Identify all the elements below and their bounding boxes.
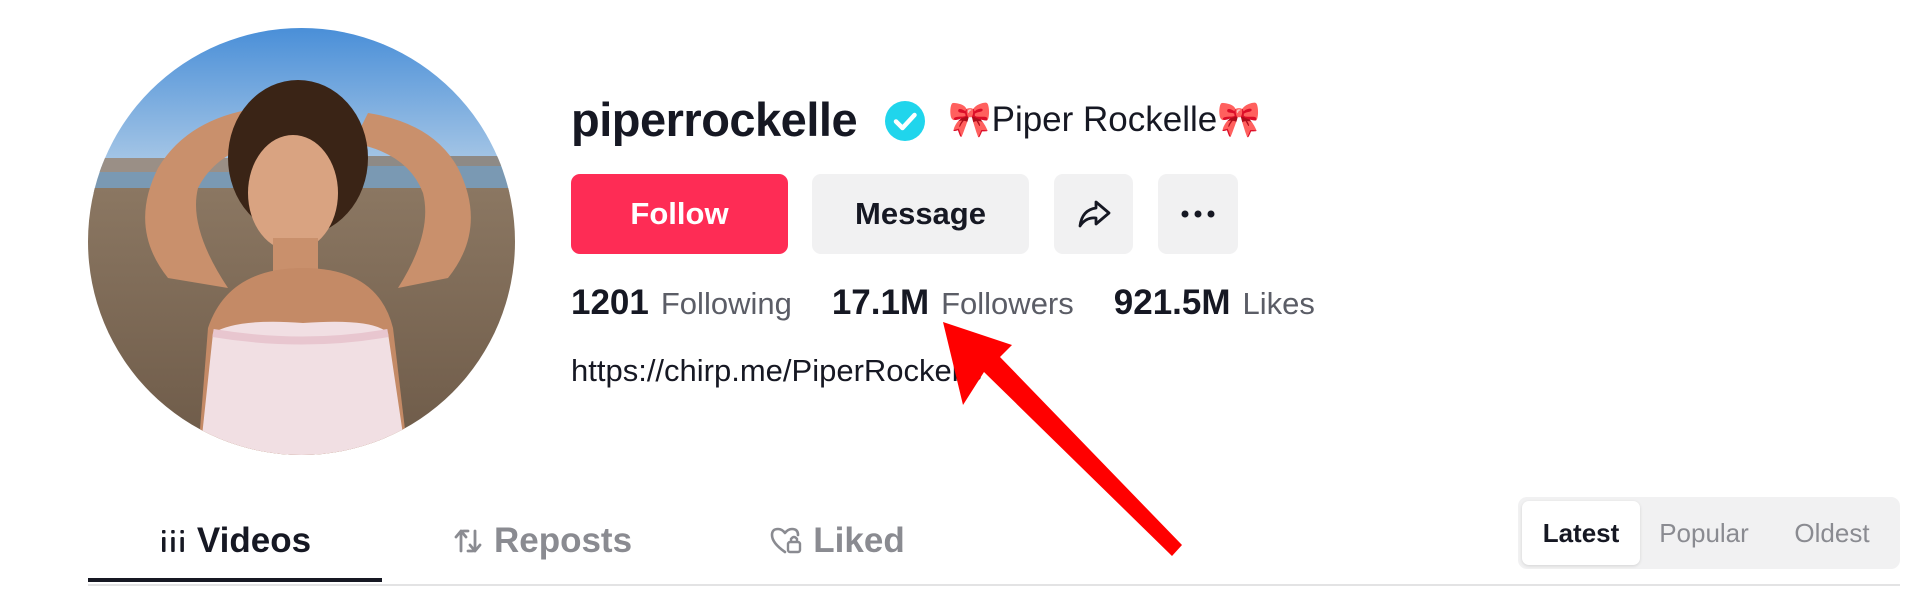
tab-videos-label: Videos <box>196 521 312 560</box>
share-arrow-icon <box>1076 198 1112 230</box>
username: piperrockelle <box>571 93 858 146</box>
bow-emoji: 🎀 <box>1217 100 1261 139</box>
display-name: 🎀Piper Rockelle🎀 <box>948 98 1261 142</box>
stat-likes: 921.5M Likes <box>1114 283 1315 323</box>
bio-link[interactable]: https://chirp.me/PiperRockelle <box>571 353 983 389</box>
profile-tabs: Videos Reposts Liked <box>88 510 972 582</box>
active-tab-indicator <box>88 578 382 582</box>
likes-count: 921.5M <box>1113 283 1231 322</box>
message-button[interactable]: Message <box>812 174 1029 254</box>
following-count: 1201 <box>571 283 649 322</box>
bow-emoji: 🎀 <box>948 100 992 139</box>
more-options-button[interactable] <box>1158 174 1238 254</box>
followers-count: 17.1M <box>831 283 930 322</box>
verified-badge-icon <box>884 100 926 142</box>
repost-icon <box>452 525 484 557</box>
share-button[interactable] <box>1054 174 1133 254</box>
more-dots-icon <box>1181 210 1215 218</box>
tab-reposts[interactable]: Reposts <box>382 510 702 572</box>
sort-popular[interactable]: Popular <box>1640 501 1768 565</box>
tab-liked-label: Liked <box>813 521 905 560</box>
tab-reposts-label: Reposts <box>493 521 633 560</box>
avatar-photo <box>88 28 515 455</box>
stat-followers[interactable]: 17.1M Followers <box>832 283 1074 323</box>
profile-stats: 1201 Following 17.1M Followers 921.5M Li… <box>571 283 1355 323</box>
followers-label: Followers <box>941 286 1074 321</box>
sort-latest[interactable]: Latest <box>1522 501 1640 565</box>
heart-lock-icon <box>769 525 803 557</box>
profile-page: piperrockelle 🎀Piper Rockelle🎀 Follow Me… <box>0 0 1920 598</box>
tabs-divider <box>88 584 1900 586</box>
following-label: Following <box>660 286 792 321</box>
tab-videos[interactable]: Videos <box>88 510 382 572</box>
display-name-text: Piper Rockelle <box>991 100 1218 139</box>
sort-oldest[interactable]: Oldest <box>1768 501 1896 565</box>
avatar[interactable] <box>88 28 515 455</box>
tab-liked[interactable]: Liked <box>702 510 972 572</box>
likes-label: Likes <box>1242 286 1315 321</box>
follow-button[interactable]: Follow <box>571 174 788 254</box>
sort-segmented-control: Latest Popular Oldest <box>1518 497 1900 569</box>
stat-following[interactable]: 1201 Following <box>571 283 792 323</box>
grid-icon <box>159 527 187 555</box>
